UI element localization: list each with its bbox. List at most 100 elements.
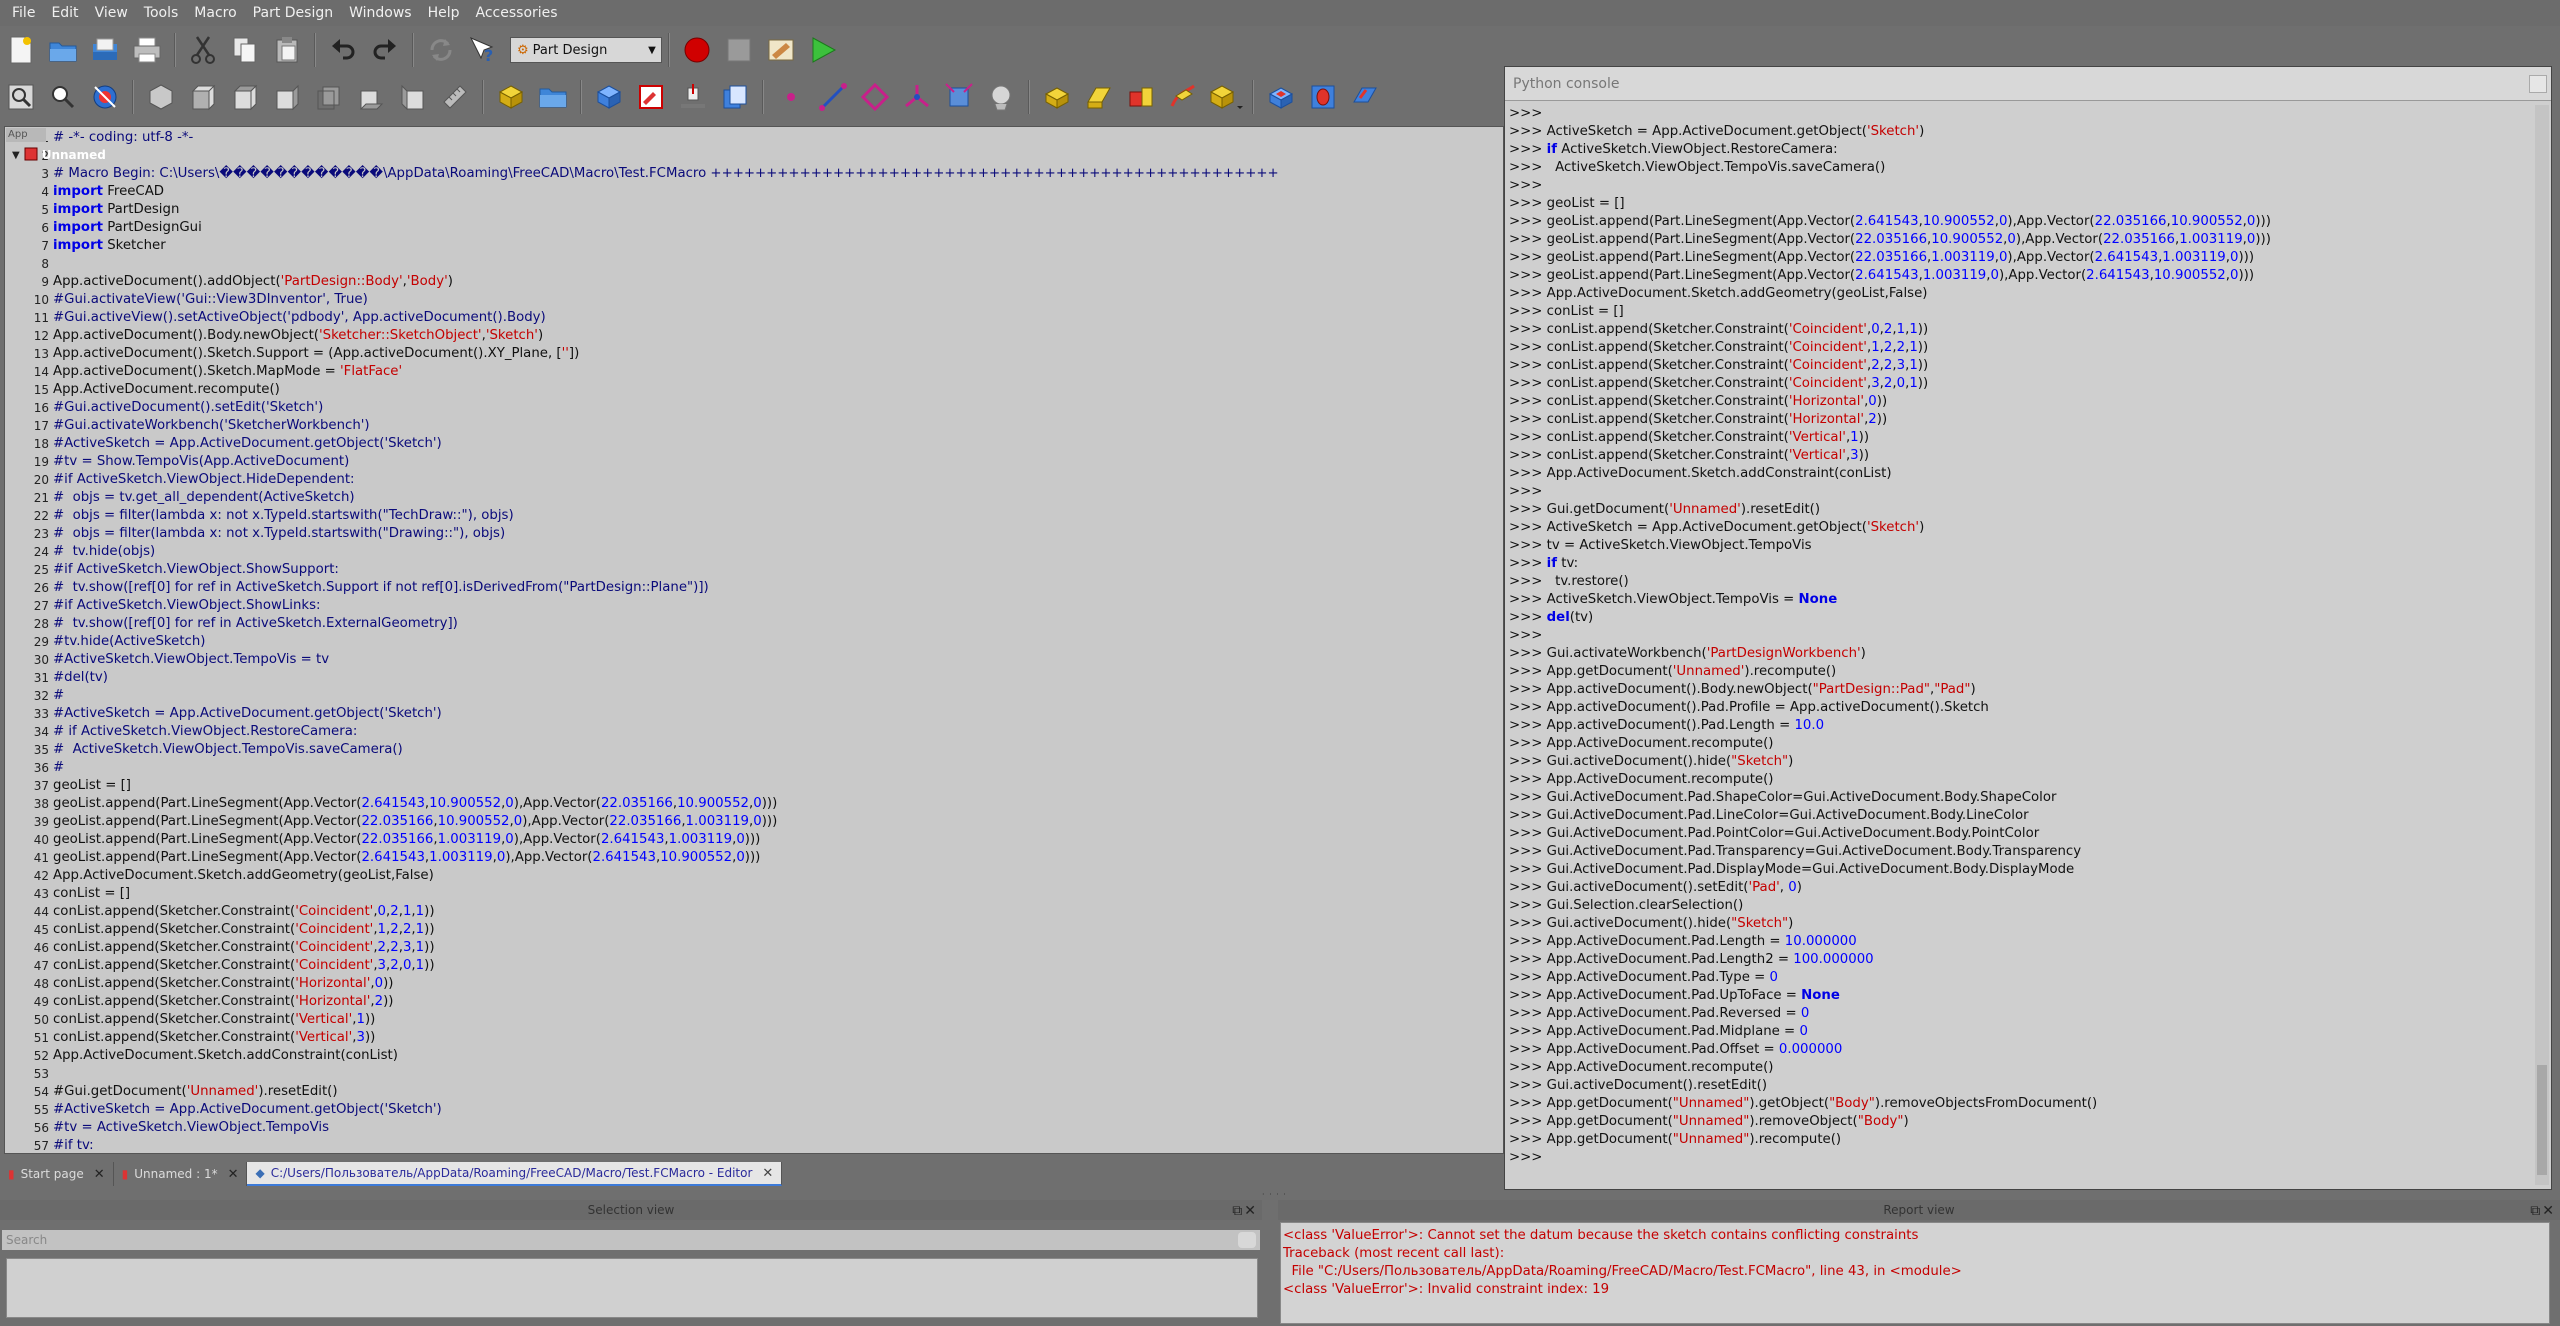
measure-distance-icon[interactable] [436,78,474,116]
close-icon[interactable]: ✕ [762,1166,773,1181]
paste-icon[interactable] [268,31,306,69]
datum-line-icon[interactable] [814,78,852,116]
tab-start-page[interactable]: ▮ Start page ✕ [0,1162,114,1186]
editor-line[interactable]: 32 # [5,687,1503,705]
editor-line[interactable]: 36 # [5,759,1503,777]
editor-line[interactable]: 20 #if ActiveSketch.ViewObject.HideDepend… [5,471,1503,489]
editor-line[interactable]: 4 import FreeCAD [5,183,1503,201]
editor-line[interactable]: 57 #if tv: [5,1137,1503,1153]
editor-line[interactable]: 28 # tv.show([ref[0] for ref in ActiveSke… [5,615,1503,633]
python-console-output[interactable]: >>> >>> ActiveSketch = App.ActiveDocumen… [1509,105,2533,1187]
editor-line[interactable]: 1# -*- coding: utf-8 -*- [5,129,1503,147]
new-document-icon[interactable] [2,31,40,69]
editor-line[interactable]: 15 App.ActiveDocument.recompute() [5,381,1503,399]
create-group-icon[interactable] [534,78,572,116]
editor-line[interactable]: 12 App.activeDocument().Body.newObject('S… [5,327,1503,345]
additive-pipe-icon[interactable] [1164,78,1202,116]
editor-line[interactable]: 31 #del(tv) [5,669,1503,687]
editor-line[interactable]: 13 App.activeDocument().Sketch.Support = … [5,345,1503,363]
editor-line[interactable]: 18 #ActiveSketch = App.ActiveDocument.get… [5,435,1503,453]
editor-line[interactable]: 33 #ActiveSketch = App.ActiveDocument.get… [5,705,1503,723]
copy-icon[interactable] [226,31,264,69]
hole-icon[interactable] [1304,78,1342,116]
view-isometric-icon[interactable] [142,78,180,116]
editor-line[interactable]: 41 geoList.append(Part.LineSegment(App.Ve… [5,849,1503,867]
menu-item[interactable]: Accessories [468,0,566,26]
editor-line[interactable]: 38 geoList.append(Part.LineSegment(App.Ve… [5,795,1503,813]
tab-macro-editor[interactable]: ◆ C:/Users/Пользователь/AppData/Roaming/F… [247,1162,783,1186]
additive-primitive-icon[interactable] [1206,78,1244,116]
menu-item[interactable]: Tools [136,0,187,26]
cut-icon[interactable] [184,31,222,69]
macro-editor[interactable]: 1# -*- coding: utf-8 -*-23# Macro Begin:… [4,126,1504,1154]
editor-line[interactable]: 19 #tv = Show.TempoVis(App.ActiveDocument… [5,453,1503,471]
create-body-icon[interactable] [590,78,628,116]
editor-line[interactable]: 53 [5,1065,1503,1083]
editor-line[interactable]: 55 #ActiveSketch = App.ActiveDocument.get… [5,1101,1503,1119]
draw-style-icon[interactable] [86,78,124,116]
editor-line[interactable]: 6 import PartDesignGui [5,219,1503,237]
tab-document[interactable]: ▮ Unnamed : 1* ✕ [114,1162,248,1186]
editor-line[interactable]: 51 conList.append(Sketcher.Constraint('Ve… [5,1029,1503,1047]
editor-line[interactable]: 43 conList = [] [5,885,1503,903]
clear-search-icon[interactable] [1238,1232,1256,1248]
editor-line[interactable]: 35 # ActiveSketch.ViewObject.TempoVis.sav… [5,741,1503,759]
editor-line[interactable]: 47 conList.append(Sketcher.Constraint('Co… [5,957,1503,975]
pad-icon[interactable] [1038,78,1076,116]
editor-line[interactable]: 22 # objs = filter(lambda x: not x.TypeId… [5,507,1503,525]
editor-line[interactable]: 44 conList.append(Sketcher.Constraint('Co… [5,903,1503,921]
editor-line[interactable]: 45 conList.append(Sketcher.Constraint('Co… [5,921,1503,939]
redo-icon[interactable] [366,31,404,69]
dock-float-close-icon[interactable]: ⧉✕ [2530,1201,2556,1221]
validate-sketch-icon[interactable] [674,78,712,116]
shape-binder-icon[interactable] [940,78,978,116]
editor-line[interactable]: 10 #Gui.activateView('Gui::View3DInventor… [5,291,1503,309]
editor-line[interactable]: 2 [5,147,1503,165]
combo-view-tab[interactable]: App [6,128,46,142]
python-console[interactable]: Python console >>> >>> ActiveSketch = Ap… [1504,66,2552,1190]
menu-item[interactable]: Macro [186,0,244,26]
print-icon[interactable] [128,31,166,69]
editor-line[interactable]: 3 # Macro Begin: C:\Users\������������\Ap… [5,165,1503,183]
editor-line[interactable]: 26 # tv.show([ref[0] for ref in ActiveSke… [5,579,1503,597]
pocket-icon[interactable] [1262,78,1300,116]
editor-line[interactable]: 49 conList.append(Sketcher.Constraint('Ho… [5,993,1503,1011]
editor-line[interactable]: 25 #if ActiveSketch.ViewObject.ShowSuppor… [5,561,1503,579]
save-icon[interactable] [86,31,124,69]
revolution-icon[interactable] [1080,78,1118,116]
report-output[interactable]: <class 'ValueError'>: Cannot set the dat… [1280,1222,2550,1324]
editor-line[interactable]: 30 #ActiveSketch.ViewObject.TempoVis = tv [5,651,1503,669]
editor-line[interactable]: 40 geoList.append(Part.LineSegment(App.Ve… [5,831,1503,849]
menu-item[interactable]: Windows [341,0,420,26]
editor-line[interactable]: 23 # objs = filter(lambda x: not x.TypeId… [5,525,1503,543]
editor-line[interactable]: 7 import Sketcher [5,237,1503,255]
view-right-icon[interactable] [268,78,306,116]
menu-item[interactable]: Edit [43,0,86,26]
create-part-icon[interactable] [492,78,530,116]
view-left-icon[interactable] [394,78,432,116]
check-geometry-icon[interactable] [716,78,754,116]
workbench-selector[interactable]: ⚙ Part Design ▼ [510,37,662,63]
view-rear-icon[interactable] [310,78,348,116]
dock-float-close-icon[interactable]: ⧉✕ [1232,1201,1258,1221]
editor-line[interactable]: 24 # tv.hide(objs) [5,543,1503,561]
dock-splitter-handle[interactable]: · · · · [1262,1190,1302,1199]
vertical-scrollbar[interactable] [2535,105,2549,1185]
editor-line[interactable]: 39 geoList.append(Part.LineSegment(App.Ve… [5,813,1503,831]
stop-macro-icon[interactable] [720,31,758,69]
selection-list[interactable] [6,1258,1258,1318]
additive-loft-icon[interactable] [1122,78,1160,116]
open-folder-icon[interactable] [44,31,82,69]
editor-line[interactable]: 34 # if ActiveSketch.ViewObject.RestoreCa… [5,723,1503,741]
tree-item-document[interactable]: ▼ Unnamed [12,146,106,164]
scrollbar-thumb[interactable] [2537,1065,2547,1175]
close-icon[interactable] [2529,75,2547,93]
editor-line[interactable]: 46 conList.append(Sketcher.Constraint('Co… [5,939,1503,957]
fit-selection-icon[interactable] [44,78,82,116]
record-macro-icon[interactable] [678,31,716,69]
execute-macro-icon[interactable] [804,31,842,69]
refresh-icon[interactable] [422,31,460,69]
search-input[interactable]: Search [2,1230,1260,1250]
editor-line[interactable]: 37 geoList = [] [5,777,1503,795]
menu-item[interactable]: View [87,0,136,26]
